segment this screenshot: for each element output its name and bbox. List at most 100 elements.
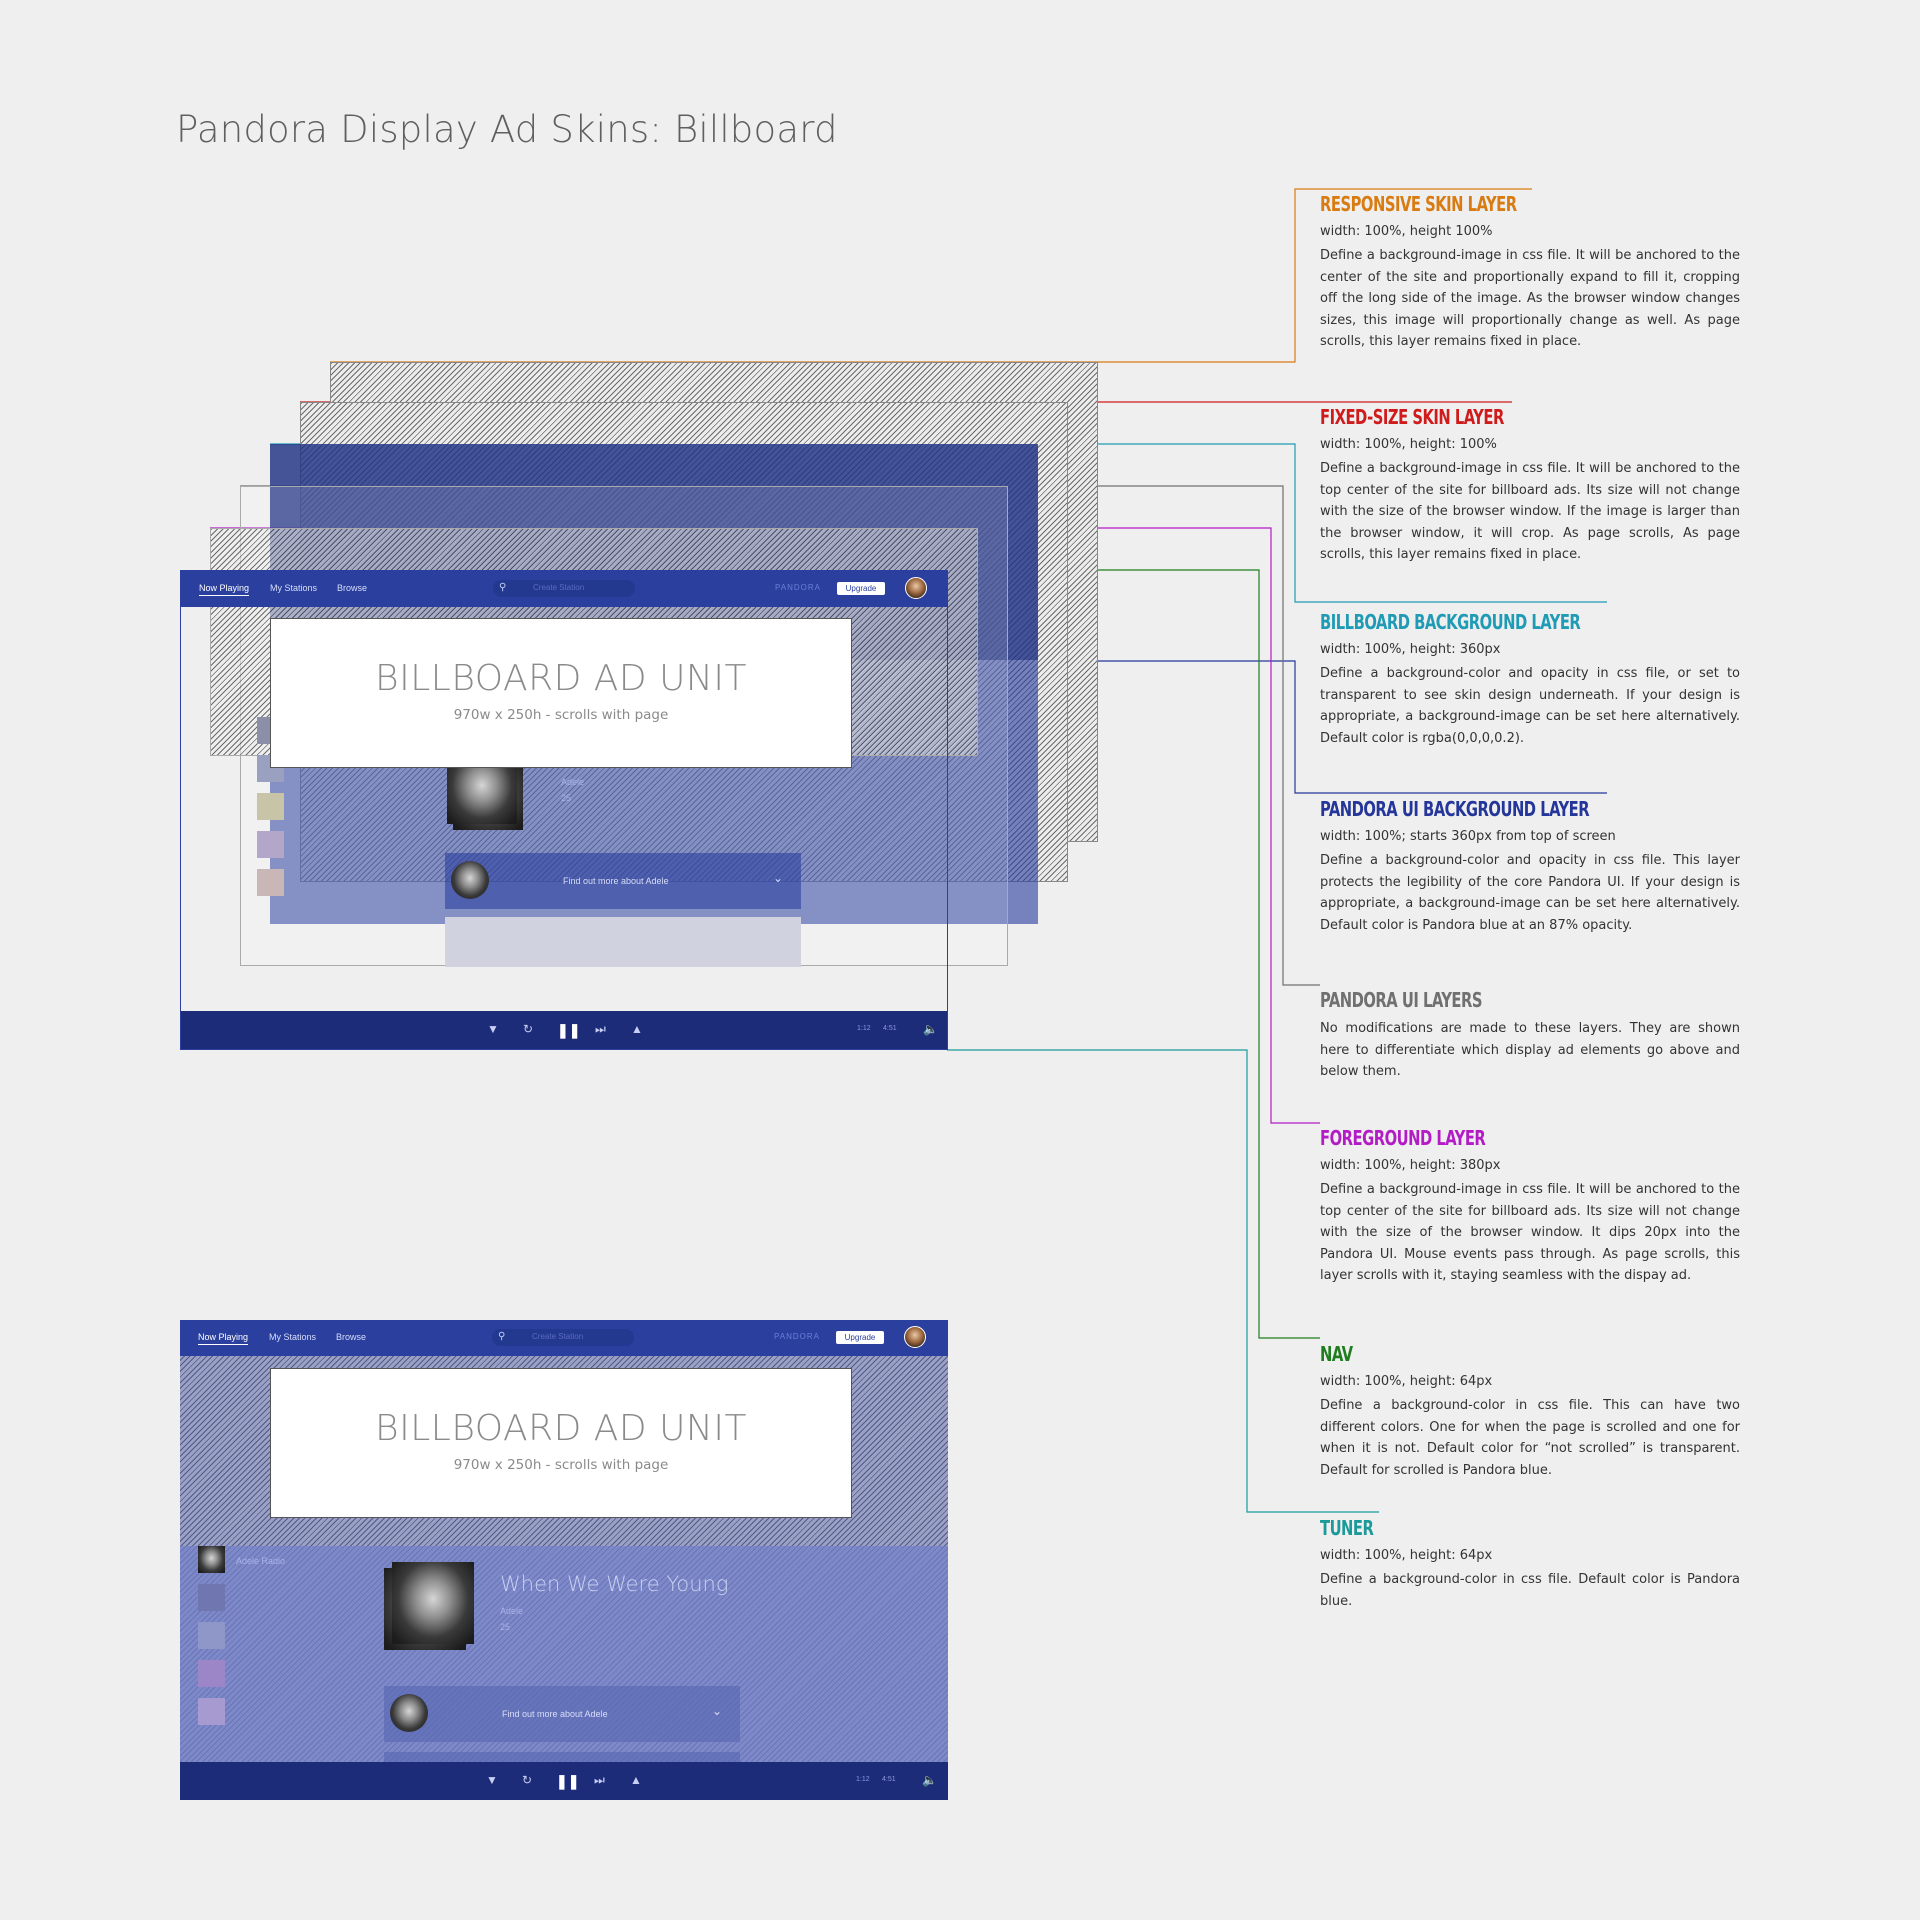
find-out-more-label: Find out more about Adele [502,1709,608,1719]
find-out-more-label: Find out more about Adele [563,876,669,886]
album-name: 25 [561,793,572,803]
nav-my-stations[interactable]: My Stations [270,583,317,593]
nav-browse[interactable]: Browse [337,583,367,593]
thumbs-down-icon[interactable]: ▼ [486,1773,498,1787]
pandora-logo: PANDORA [774,1332,820,1341]
annotation-pandora-ui: PANDORA UI LAYERS No modifications are m… [1320,988,1740,1083]
pandora-logo: PANDORA [775,583,821,592]
time-total: 4:51 [883,1025,897,1032]
annotation-responsive: RESPONSIVE SKIN LAYER width: 100%, heigh… [1320,192,1740,353]
search-icon: ⚲ [499,582,507,593]
ad-subtitle: 970w x 250h - scrolls with page [453,1457,669,1473]
song-title: When We Were Young [500,1572,729,1596]
annotation-dims: width: 100%, height: 380px [1320,1158,1501,1173]
annotation-dims: width: 100%, height: 100% [1320,437,1497,452]
station-thumb[interactable] [198,1698,225,1725]
artist-avatar [390,1694,428,1732]
annotation-billboard-bg: BILLBOARD BACKGROUND LAYER width: 100%, … [1320,610,1740,749]
station-thumb[interactable] [198,1584,225,1611]
search-input[interactable]: ⚲ Create Station [493,580,635,597]
replay-icon[interactable]: ↻ [522,1773,532,1787]
album-art [392,1562,474,1644]
search-icon: ⚲ [498,1331,506,1342]
annotation-title: PANDORA UI BACKGROUND LAYER [1320,797,1590,821]
search-placeholder: Create Station [533,583,585,592]
thumbs-down-icon[interactable]: ▼ [487,1022,499,1036]
annotation-dims: width: 100%; starts 360px from top of sc… [1320,829,1616,844]
annotation-title: PANDORA UI LAYERS [1320,988,1483,1012]
album-name: 25 [500,1622,511,1632]
billboard-ad-unit[interactable]: BILLBOARD AD UNIT 970w x 250h - scrolls … [270,1368,852,1518]
thumbs-up-icon[interactable]: ▲ [630,1773,642,1787]
station-thumb[interactable] [198,1660,225,1687]
annotation-title: TUNER [1320,1516,1374,1540]
billboard-ad-unit[interactable]: BILLBOARD AD UNIT 970w x 250h - scrolls … [270,618,852,768]
annotation-nav: NAV width: 100%, height: 64px Define a b… [1320,1342,1740,1481]
annotation-desc: No modifications are made to these layer… [1320,1021,1740,1079]
composite-preview: Now Playing My Stations Browse ⚲ Create … [180,1320,948,1800]
station-name[interactable]: Adele Radio [236,1556,285,1566]
annotation-title: BILLBOARD BACKGROUND LAYER [1320,610,1581,634]
search-input[interactable]: ⚲ Create Station [492,1329,634,1346]
replay-icon[interactable]: ↻ [523,1022,533,1036]
annotation-title: NAV [1320,1342,1353,1366]
annotation-tuner: TUNER width: 100%, height: 64px Define a… [1320,1516,1740,1612]
station-thumb[interactable] [257,869,284,896]
artist-card[interactable]: Find out more about Adele ⌄ [445,853,801,909]
nav-now-playing[interactable]: Now Playing [198,1332,249,1345]
annotation-dims: width: 100%, height: 64px [1320,1374,1493,1389]
annotation-foreground: FOREGROUND LAYER width: 100%, height: 38… [1320,1126,1740,1287]
avatar[interactable] [905,577,927,599]
time-elapsed: 1:12 [856,1776,870,1783]
nav-bar: Now Playing My Stations Browse ⚲ Create … [180,1320,948,1356]
tuner-bar: ▼ ↻ ❚❚ ⏭ ▲ 1:12 4:51 🔈 [180,1762,948,1800]
time-elapsed: 1:12 [857,1025,871,1032]
annotation-title: FOREGROUND LAYER [1320,1126,1486,1150]
search-placeholder: Create Station [532,1332,584,1341]
ad-subtitle: 970w x 250h - scrolls with page [453,707,669,723]
annotation-pandora-ui-bg: PANDORA UI BACKGROUND LAYER width: 100%;… [1320,797,1740,936]
station-thumb[interactable] [257,793,284,820]
nav-bar: Now Playing My Stations Browse ⚲ Create … [181,571,947,607]
artist-avatar [451,861,489,899]
ad-title: BILLBOARD AD UNIT [375,658,747,699]
station-thumb[interactable] [198,1546,225,1573]
annotation-desc: Define a background-color and opacity in… [1320,666,1740,746]
nav-now-playing[interactable]: Now Playing [199,583,250,596]
thumbs-up-icon[interactable]: ▲ [631,1022,643,1036]
pause-icon[interactable]: ❚❚ [557,1022,580,1039]
station-thumb[interactable] [198,1622,225,1649]
annotation-dims: width: 100%, height 100% [1320,224,1493,239]
skip-icon[interactable]: ⏭ [595,1022,606,1037]
nav-browse[interactable]: Browse [336,1332,366,1342]
annotation-desc: Define a background-color and opacity in… [1320,853,1740,933]
connector-tuner [947,1049,1379,1513]
volume-icon[interactable]: 🔈 [923,1022,938,1036]
ad-title: BILLBOARD AD UNIT [375,1408,747,1449]
annotation-title: RESPONSIVE SKIN LAYER [1320,192,1517,216]
annotation-dims: width: 100%, height: 64px [1320,1548,1493,1563]
tuner-bar: ▼ ↻ ❚❚ ⏭ ▲ 1:12 4:51 🔈 [181,1011,947,1049]
upgrade-button[interactable]: Upgrade [837,582,885,595]
annotation-desc: Define a background-color in css file. T… [1320,1398,1740,1478]
annotation-dims: width: 100%, height: 360px [1320,642,1501,657]
annotation-desc: Define a background-image in css file. I… [1320,1182,1740,1283]
nav-my-stations[interactable]: My Stations [269,1332,316,1342]
chevron-down-icon[interactable]: ⌄ [773,871,783,885]
annotation-title: FIXED-SIZE SKIN LAYER [1320,405,1504,429]
annotation-fixed-size: FIXED-SIZE SKIN LAYER width: 100%, heigh… [1320,405,1740,566]
volume-icon[interactable]: 🔈 [922,1773,937,1787]
time-total: 4:51 [882,1776,896,1783]
annotation-desc: Define a background-color in css file. D… [1320,1572,1740,1609]
artist-name: Adele [561,777,585,787]
pause-icon[interactable]: ❚❚ [556,1773,579,1790]
upgrade-button[interactable]: Upgrade [836,1331,884,1344]
chevron-down-icon[interactable]: ⌄ [712,1704,722,1718]
annotation-desc: Define a background-image in css file. I… [1320,461,1740,562]
avatar[interactable] [904,1326,926,1348]
artist-card[interactable]: Find out more about Adele ⌄ [384,1686,740,1742]
station-thumb[interactable] [257,831,284,858]
skip-icon[interactable]: ⏭ [594,1773,605,1788]
artist-name: Adele [500,1606,524,1616]
annotation-desc: Define a background-image in css file. I… [1320,248,1740,349]
